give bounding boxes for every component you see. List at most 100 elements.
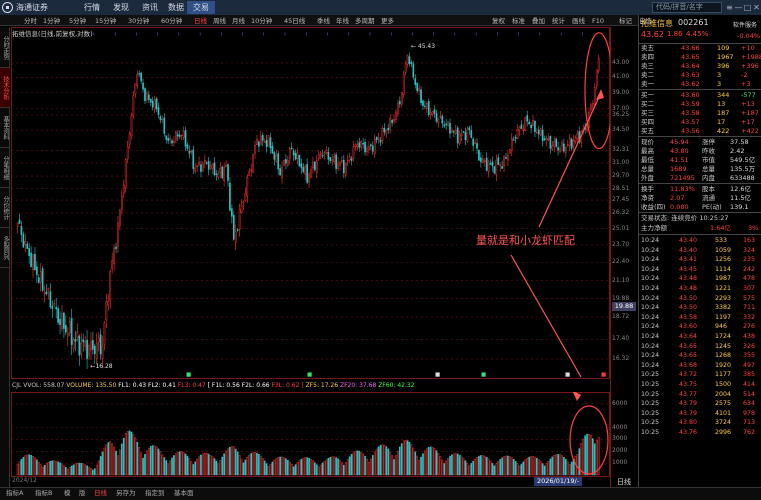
- nav-trade[interactable]: 交易: [187, 1, 215, 14]
- nav-news[interactable]: 资讯: [136, 1, 164, 14]
- volume-bar: [55, 460, 58, 476]
- bottom-tab-7[interactable]: 基本面: [174, 488, 194, 499]
- candle-body: [151, 100, 154, 108]
- period-0[interactable]: 分时: [24, 16, 37, 26]
- period-button[interactable]: 日线: [617, 477, 631, 487]
- volume-bar: [559, 454, 561, 476]
- side-tab-3[interactable]: 分笔明细: [0, 148, 10, 188]
- bid-row[interactable]: 买一 43.60 344 -577: [641, 91, 761, 100]
- bid-delta: +422: [741, 127, 759, 135]
- volume-chart[interactable]: [11, 392, 610, 477]
- candle-body: [248, 171, 251, 176]
- volume-bar: [439, 456, 442, 476]
- candle-body: [55, 307, 58, 310]
- tick-row: 10:24 43.68 1920 497: [641, 361, 761, 370]
- ask-vol: 396: [717, 62, 730, 70]
- period-2[interactable]: 5分钟: [69, 16, 86, 26]
- candle-body: [534, 120, 536, 132]
- candle-body: [505, 157, 507, 159]
- period-11[interactable]: 季线: [317, 16, 330, 26]
- candle-body: [238, 209, 241, 230]
- price-tick: 34.50: [612, 126, 630, 134]
- side-tab-1[interactable]: 技术分析: [0, 68, 10, 108]
- search-input[interactable]: 代码/拼音/名字: [652, 2, 722, 13]
- candle-body: [518, 126, 521, 131]
- bid-row[interactable]: 买二 43.59 13 +13: [641, 100, 761, 109]
- candle-body: [200, 164, 202, 172]
- ask-label: 卖五: [641, 44, 654, 52]
- bid-row[interactable]: 买三 43.58 187 +187: [641, 109, 761, 118]
- tool-2[interactable]: 叠加: [532, 16, 545, 26]
- volume-bar: [246, 457, 249, 476]
- ask-row[interactable]: 卖四 43.65 1967 +1988: [641, 53, 761, 62]
- period-4[interactable]: 30分钟: [128, 16, 149, 26]
- bid-row[interactable]: 买四 43.57 17 +17: [641, 118, 761, 127]
- bottom-tab-6[interactable]: 指定到: [145, 488, 165, 499]
- bid-row[interactable]: 买五 43.56 422 +422: [641, 127, 761, 136]
- volume-bar: [242, 462, 245, 476]
- volume-bar: [443, 463, 446, 476]
- volume-bar: [470, 463, 473, 476]
- volume-bar: [518, 465, 521, 476]
- tool-3[interactable]: 统计: [552, 16, 565, 26]
- tool-5[interactable]: F10: [592, 16, 604, 26]
- tool-7[interactable]: 自选: [639, 16, 652, 26]
- period-12[interactable]: 年线: [336, 16, 349, 26]
- bid-price: 43.57: [681, 118, 700, 126]
- period-7[interactable]: 周线: [213, 16, 226, 26]
- tool-1[interactable]: 标准: [512, 16, 525, 26]
- period-14[interactable]: 更多: [381, 16, 394, 26]
- tool-4[interactable]: 画线: [572, 16, 585, 26]
- volume-bar: [39, 464, 42, 476]
- bottom-tab-3[interactable]: 版: [79, 488, 86, 499]
- period-5[interactable]: 60分钟: [161, 16, 182, 26]
- ask-row[interactable]: 卖一 43.62 3 +3: [641, 80, 761, 89]
- candle-body: [290, 147, 293, 150]
- nav-market[interactable]: 行情: [78, 1, 106, 14]
- bottom-tab-5[interactable]: 另存为: [116, 488, 136, 499]
- ask-row[interactable]: 卖三 43.64 396 +396: [641, 62, 761, 71]
- volume-bar: [408, 441, 411, 476]
- volume-bar: [136, 441, 139, 476]
- period-10[interactable]: 45日线: [284, 16, 305, 26]
- volume-bar: [314, 462, 316, 476]
- bottom-tab-2[interactable]: 模: [64, 488, 71, 499]
- ask-row[interactable]: 卖二 43.63 3 -2: [641, 71, 761, 80]
- period-1[interactable]: 1分钟: [43, 16, 60, 26]
- tick-cell: 43.50: [679, 294, 698, 302]
- volume-bar: [20, 458, 23, 476]
- tick-cell: 324: [743, 246, 756, 254]
- side-tab-5[interactable]: 多股同列: [0, 228, 10, 268]
- bottom-tab-4[interactable]: 日线: [94, 488, 107, 499]
- sector-name[interactable]: 软件服务: [733, 20, 761, 29]
- volume-bar: [86, 465, 88, 476]
- candle-body: [337, 162, 339, 169]
- side-tab-0[interactable]: 分时走势: [0, 28, 10, 68]
- close-icon[interactable]: ✕: [751, 1, 761, 14]
- period-9[interactable]: 10分钟: [251, 16, 272, 26]
- tick-row: 10:24 43.65 1268 355: [641, 351, 761, 360]
- period-6[interactable]: 日线: [194, 16, 207, 26]
- candlestick-chart[interactable]: ╵ ╵ ╵ ╵ ╵ ╵ ╵ ╵ ╵ ╵ ╵ ╵ ╵ ╵ ╵ ╵ ╵ ╵ ╵ ╵ ╵ ╵ ╵ ╵ ╵ ╵ ╵← 45.43←16.28…: [11, 27, 610, 379]
- tick-cell: 10:25: [641, 390, 660, 398]
- tool-0[interactable]: 复权: [492, 16, 505, 26]
- bottom-tab-1[interactable]: 指标B: [35, 488, 52, 499]
- volume-bar: [194, 461, 197, 476]
- volume-bar: [522, 461, 525, 476]
- bottom-tab-0[interactable]: 指标A: [6, 488, 23, 499]
- ask-row[interactable]: 卖五 43.66 109 +10: [641, 44, 761, 53]
- price-tick: 16.32: [612, 355, 630, 363]
- indicator-value: ZF60: 42.32: [378, 382, 415, 389]
- side-tab-2[interactable]: 基本资料: [0, 108, 10, 148]
- nav-data[interactable]: 数据: [162, 1, 190, 14]
- bid-label: 买二: [641, 100, 654, 108]
- tool-6[interactable]: 标记: [619, 16, 632, 26]
- period-8[interactable]: 月线: [232, 16, 245, 26]
- period-13[interactable]: 多周期: [355, 16, 375, 26]
- period-3[interactable]: 15分钟: [95, 16, 116, 26]
- volume-bar: [229, 446, 231, 476]
- candle-body: [595, 69, 598, 86]
- ask-delta: -2: [741, 71, 748, 79]
- side-tab-4[interactable]: 分价统计: [0, 188, 10, 228]
- nav-discover[interactable]: 发现: [107, 1, 135, 14]
